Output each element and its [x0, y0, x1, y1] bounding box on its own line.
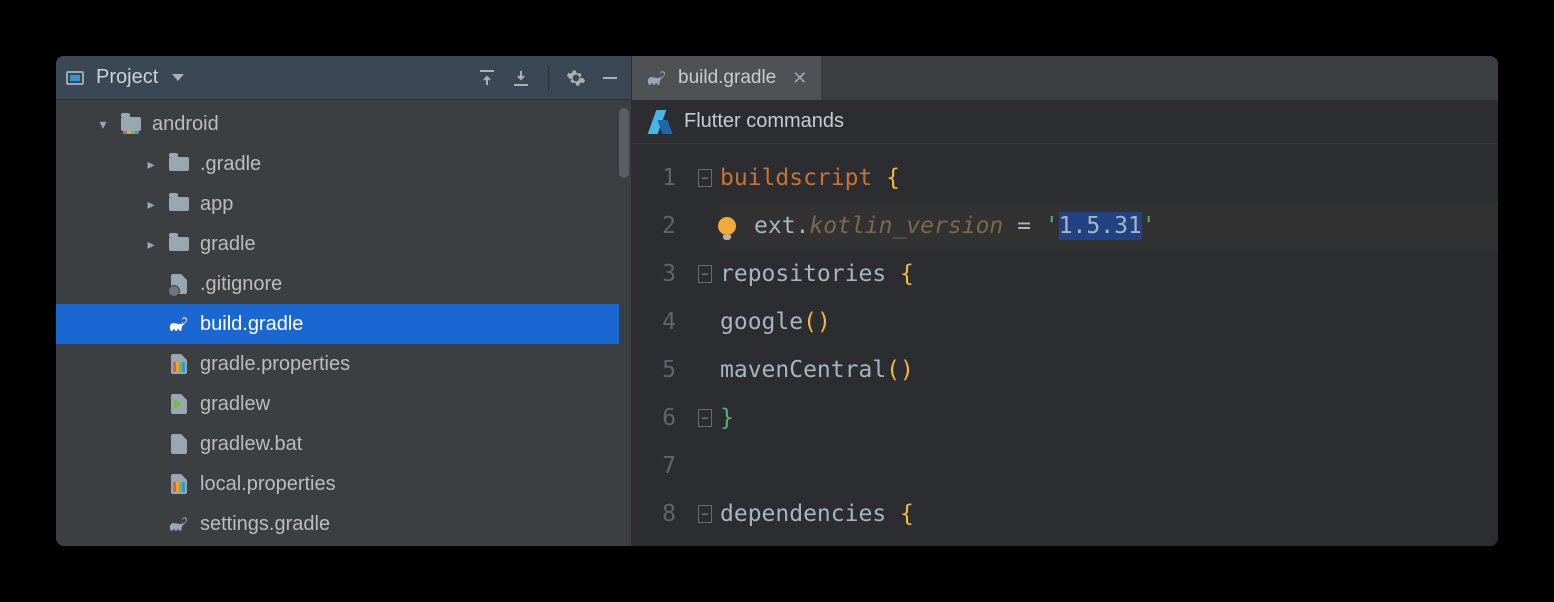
close-icon[interactable]: ✕	[792, 68, 807, 89]
tree-node-label: build.gradle	[200, 313, 303, 336]
ide-window: Project ▾android▸.gradle▸app▸g	[56, 56, 1498, 546]
tree-node--gradle[interactable]: ▸ .gradle	[56, 144, 619, 184]
line-number: 1	[632, 154, 690, 202]
gradle-icon	[646, 67, 668, 89]
expand-all-icon[interactable]	[508, 65, 534, 91]
chevron-down-icon[interactable]: ▾	[96, 116, 110, 133]
chevron-right-icon[interactable]: ▸	[144, 236, 158, 253]
line-number-gutter: 12345678	[632, 144, 690, 546]
tree-node-label: gradlew	[200, 393, 270, 416]
tab-label: build.gradle	[678, 67, 776, 89]
tree-node-label: .gradle	[200, 153, 261, 176]
code-content[interactable]: buildscript { ext.kotlin_version = '1.5.…	[720, 144, 1498, 546]
flutter-commands-banner[interactable]: Flutter commands	[632, 100, 1498, 144]
tree-node-gradle[interactable]: ▸ gradle	[56, 224, 619, 264]
tree-node-gradlew-bat[interactable]: gradlew.bat	[56, 424, 619, 464]
tree-node-gradlew[interactable]: gradlew	[56, 384, 619, 424]
tree-node-label: app	[200, 193, 233, 216]
tree-node-settings-gradle[interactable]: settings.gradle	[56, 504, 619, 544]
tree-node-label: local.properties	[200, 473, 336, 496]
editor-tab-bar: build.gradle ✕	[632, 56, 1498, 100]
fold-gutter[interactable]: − − − −	[690, 144, 720, 546]
tree-node-label: gradlew.bat	[200, 433, 302, 456]
gear-icon[interactable]	[563, 65, 589, 91]
editor-tab-build-gradle[interactable]: build.gradle ✕	[632, 56, 821, 100]
editor-pane: build.gradle ✕ Flutter commands 12345678…	[632, 56, 1498, 546]
line-number: 3	[632, 250, 690, 298]
tree-node--gitignore[interactable]: .gitignore	[56, 264, 619, 304]
line-number: 5	[632, 346, 690, 394]
intention-bulb-icon[interactable]	[718, 217, 736, 235]
selected-text[interactable]: 1.5.31	[1059, 212, 1142, 240]
line-number: 2	[632, 202, 690, 250]
project-view-icon	[66, 71, 84, 85]
tree-node-local-properties[interactable]: local.properties	[56, 464, 619, 504]
line-number: 4	[632, 298, 690, 346]
dropdown-icon[interactable]	[172, 74, 184, 81]
divider	[548, 66, 549, 90]
tree-node-label: android	[152, 113, 219, 136]
tree-node-android[interactable]: ▾ android	[56, 104, 619, 144]
tree-node-label: gradle	[200, 233, 256, 256]
project-tool-header: Project	[56, 56, 631, 100]
tree-node-label: gradle.properties	[200, 353, 350, 376]
fold-close-icon[interactable]: −	[698, 409, 712, 427]
collapse-all-icon[interactable]	[474, 65, 500, 91]
line-number: 8	[632, 490, 690, 538]
banner-label: Flutter commands	[684, 110, 844, 133]
chevron-right-icon[interactable]: ▸	[144, 196, 158, 213]
hide-icon[interactable]	[597, 65, 623, 91]
tree-node-app[interactable]: ▸ app	[56, 184, 619, 224]
fold-open-icon[interactable]: −	[698, 265, 712, 283]
tree-node-label: settings.gradle	[200, 513, 330, 536]
tree-node-label: .gitignore	[200, 273, 282, 296]
code-editor[interactable]: 12345678 − − − − buildscript { ext.kotlin_v…	[632, 144, 1498, 546]
project-sidebar: Project ▾android▸.gradle▸app▸g	[56, 56, 632, 546]
project-tree[interactable]: ▾ android ▸ .gradle ▸ app ▸ gradle .gitignore bui…	[56, 100, 631, 546]
fold-open-icon[interactable]: −	[698, 505, 712, 523]
fold-open-icon[interactable]: −	[698, 169, 712, 187]
chevron-right-icon[interactable]: ▸	[144, 156, 158, 173]
tree-node-build-gradle[interactable]: build.gradle	[56, 304, 619, 344]
flutter-icon	[650, 110, 670, 134]
scrollbar-thumb[interactable]	[619, 108, 629, 178]
line-number: 7	[632, 442, 690, 490]
project-view-label[interactable]: Project	[96, 66, 158, 89]
tree-node-gradle-properties[interactable]: gradle.properties	[56, 344, 619, 384]
line-number: 6	[632, 394, 690, 442]
current-line[interactable]: ext.kotlin_version = '1.5.31'	[720, 202, 1498, 250]
